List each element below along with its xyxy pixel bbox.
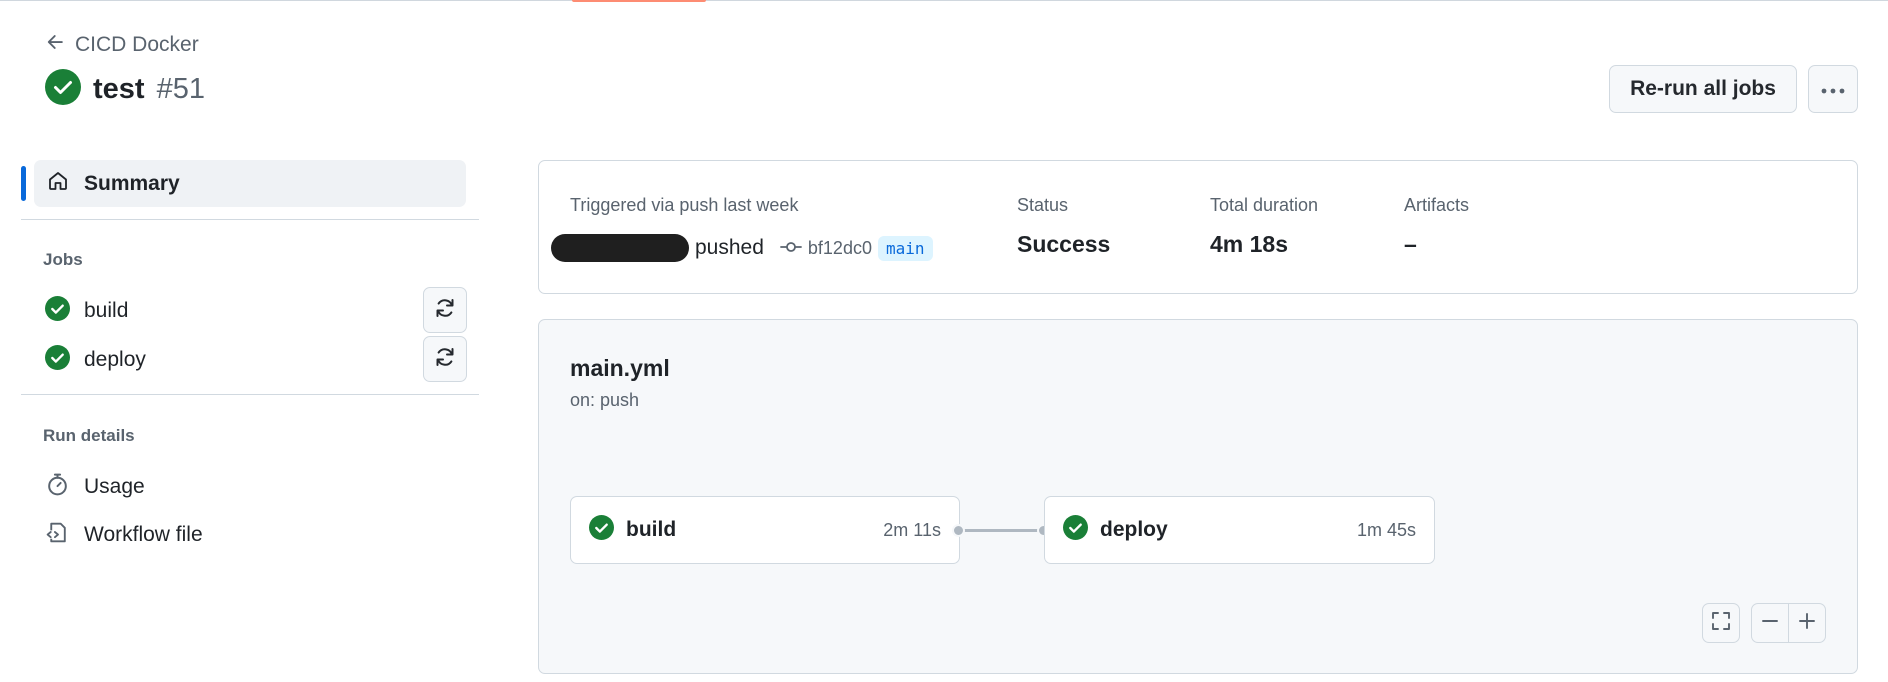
file-code-icon bbox=[45, 520, 70, 551]
rerun-build-job-button[interactable] bbox=[423, 287, 467, 333]
home-icon bbox=[46, 169, 70, 199]
success-check-icon bbox=[45, 295, 70, 327]
success-check-icon bbox=[45, 344, 70, 376]
success-check-icon bbox=[589, 515, 614, 545]
status-value: Success bbox=[1017, 231, 1111, 257]
screen-full-icon bbox=[1710, 610, 1732, 637]
branch-badge[interactable]: main bbox=[877, 235, 933, 261]
sidebar-item-label: Summary bbox=[84, 171, 180, 195]
push-info: pushed bf12dc0 main bbox=[551, 233, 933, 263]
rerun-deploy-job-button[interactable] bbox=[423, 336, 467, 382]
run-summary-card: Triggered via push last week pushed bf12… bbox=[538, 160, 1858, 294]
sidebar-item-label: deploy bbox=[84, 348, 146, 371]
status-label: Status bbox=[1017, 195, 1069, 215]
run-name: test bbox=[93, 72, 145, 105]
arrow-left-icon bbox=[45, 32, 65, 58]
page-title: test #51 bbox=[45, 68, 205, 110]
git-commit-icon bbox=[780, 238, 802, 259]
workflow-file-name: main.yml bbox=[570, 355, 670, 381]
back-link[interactable]: CICD Docker bbox=[45, 30, 199, 60]
commit-link[interactable]: bf12dc0 bbox=[780, 238, 872, 259]
redacted-username bbox=[551, 234, 689, 262]
trigger-text: Triggered via push last week bbox=[570, 195, 799, 215]
active-indicator bbox=[21, 166, 26, 201]
sidebar-item-label: Usage bbox=[84, 475, 145, 498]
success-check-icon bbox=[1063, 515, 1088, 545]
job-name: deploy bbox=[1100, 518, 1168, 541]
run-details-heading: Run details bbox=[43, 426, 135, 445]
duration-label: Total duration bbox=[1210, 195, 1319, 215]
commit-sha: bf12dc0 bbox=[807, 237, 872, 258]
job-duration: 1m 45s bbox=[1356, 519, 1416, 540]
plus-icon bbox=[1797, 611, 1817, 636]
stopwatch-icon bbox=[45, 472, 70, 503]
sidebar-item-label: Workflow file bbox=[84, 523, 203, 546]
run-number: #51 bbox=[156, 72, 205, 105]
more-options-button[interactable] bbox=[1808, 65, 1858, 113]
success-check-icon bbox=[45, 68, 81, 110]
minus-icon bbox=[1760, 611, 1780, 636]
job-name: build bbox=[626, 518, 677, 541]
divider bbox=[21, 394, 479, 395]
job-duration: 2m 11s bbox=[883, 519, 941, 540]
sidebar-item-label: build bbox=[84, 299, 129, 322]
jobs-heading: Jobs bbox=[43, 250, 83, 269]
graph-job-build[interactable]: build 2m 11s bbox=[570, 496, 960, 564]
sidebar-item-build[interactable]: build bbox=[45, 291, 128, 331]
artifacts-label: Artifacts bbox=[1404, 195, 1470, 215]
sidebar-item-summary[interactable]: Summary bbox=[34, 160, 466, 207]
workflow-graph: main.yml on: push build 2m 11s deploy 1m… bbox=[538, 319, 1858, 674]
zoom-in-button[interactable] bbox=[1788, 603, 1826, 643]
graph-job-deploy[interactable]: deploy 1m 45s bbox=[1044, 496, 1435, 564]
kebab-horizontal-icon bbox=[1820, 79, 1846, 100]
workflow-trigger: on: push bbox=[570, 390, 640, 410]
sidebar-item-deploy[interactable]: deploy bbox=[45, 340, 146, 380]
job-connector bbox=[960, 529, 1046, 532]
duration-value: 4m 18s bbox=[1210, 231, 1289, 257]
sidebar-item-usage[interactable]: Usage bbox=[45, 467, 145, 507]
divider bbox=[21, 219, 479, 220]
sync-icon bbox=[433, 345, 457, 374]
top-border bbox=[0, 0, 1888, 1]
back-link-label: CICD Docker bbox=[75, 33, 199, 56]
sidebar-item-workflow-file[interactable]: Workflow file bbox=[45, 515, 203, 555]
zoom-out-button[interactable] bbox=[1751, 603, 1789, 643]
push-action: pushed bbox=[695, 236, 764, 259]
connector-dot bbox=[952, 524, 965, 537]
artifacts-value: – bbox=[1404, 231, 1417, 257]
rerun-all-jobs-button[interactable]: Re-run all jobs bbox=[1609, 65, 1797, 113]
fullscreen-button[interactable] bbox=[1702, 603, 1740, 643]
sync-icon bbox=[433, 296, 457, 325]
active-tab-underline bbox=[572, 0, 706, 2]
